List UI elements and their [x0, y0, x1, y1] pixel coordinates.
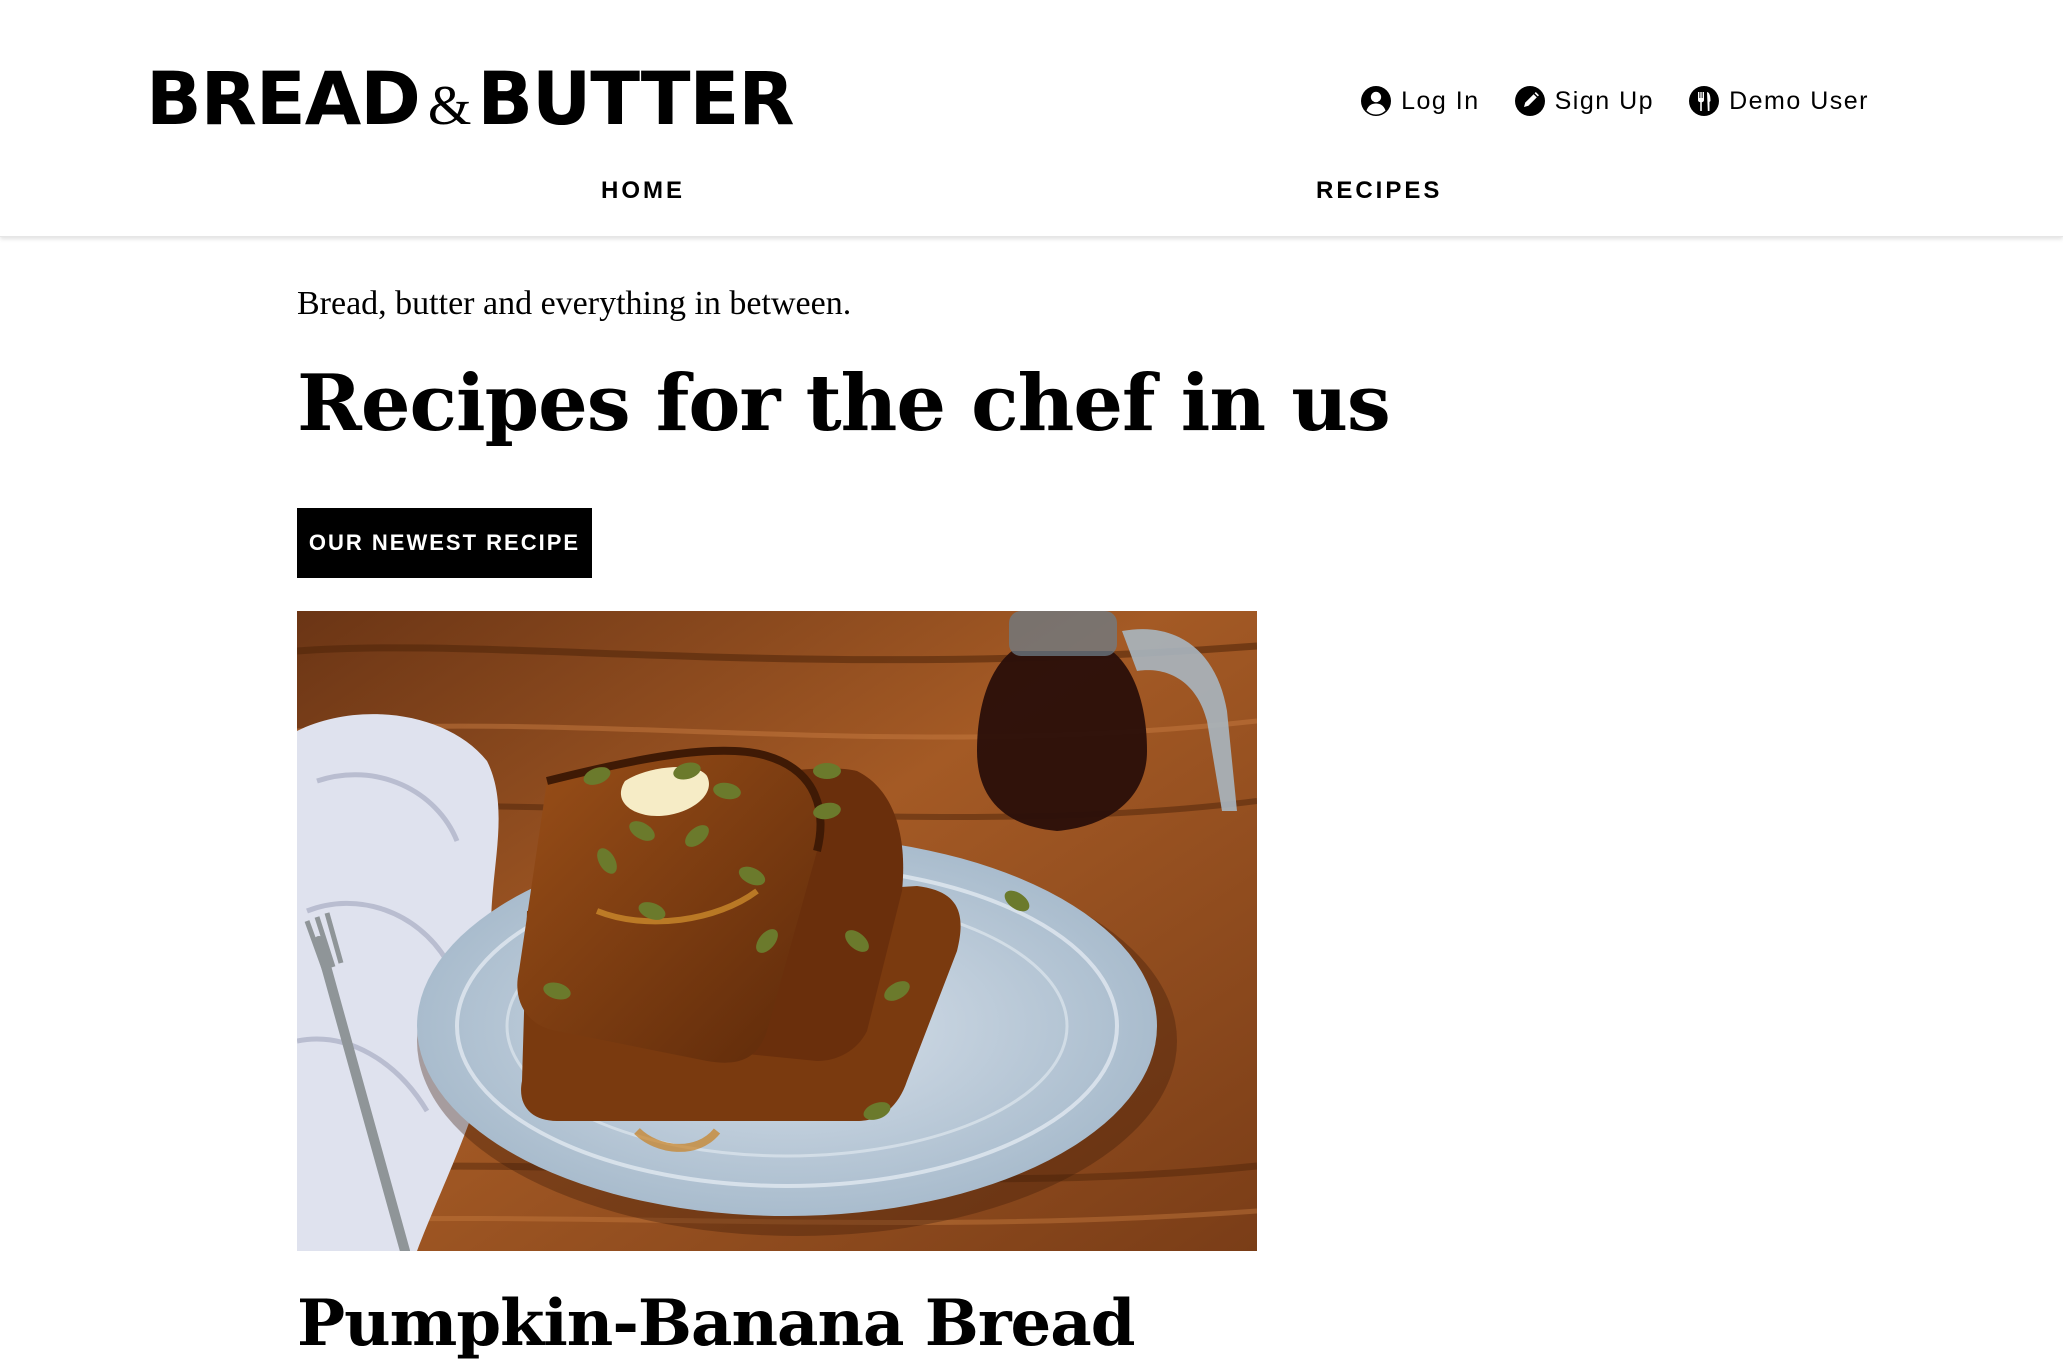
- nav-recipes[interactable]: RECIPES: [1316, 173, 1442, 209]
- tagline: Bread, butter and everything in between.: [297, 285, 852, 322]
- login-label: Log In: [1401, 87, 1480, 115]
- site-header: BREAD & BUTTER Log In Sign Up Demo User …: [0, 0, 2063, 237]
- newest-recipe-button[interactable]: OUR NEWEST RECIPE: [297, 508, 592, 578]
- login-link[interactable]: Log In: [1360, 83, 1480, 119]
- logo-word-bread: BREAD: [146, 57, 421, 142]
- utensils-circle-icon: [1689, 86, 1720, 116]
- demo-user-link[interactable]: Demo User: [1688, 83, 1869, 119]
- french-toast-photo: [297, 611, 1257, 1251]
- logo-word-butter: BUTTER: [477, 57, 794, 142]
- nav-home[interactable]: HOME: [601, 173, 685, 209]
- user-circle-icon: [1361, 86, 1392, 116]
- pencil-circle-icon: [1514, 86, 1545, 116]
- signup-link[interactable]: Sign Up: [1514, 83, 1654, 119]
- signup-label: Sign Up: [1554, 87, 1655, 115]
- main-nav: HOME RECIPES: [0, 173, 2063, 209]
- logo-ampersand: &: [427, 75, 472, 137]
- page-headline: Recipes for the chef in us: [297, 358, 1391, 449]
- featured-recipe-image[interactable]: [297, 611, 1257, 1251]
- site-logo[interactable]: BREAD & BUTTER: [146, 57, 795, 142]
- featured-recipe-title[interactable]: Pumpkin-Banana Bread: [297, 1284, 1135, 1364]
- auth-links: Log In Sign Up Demo User: [1326, 83, 1869, 119]
- demo-user-label: Demo User: [1729, 87, 1869, 115]
